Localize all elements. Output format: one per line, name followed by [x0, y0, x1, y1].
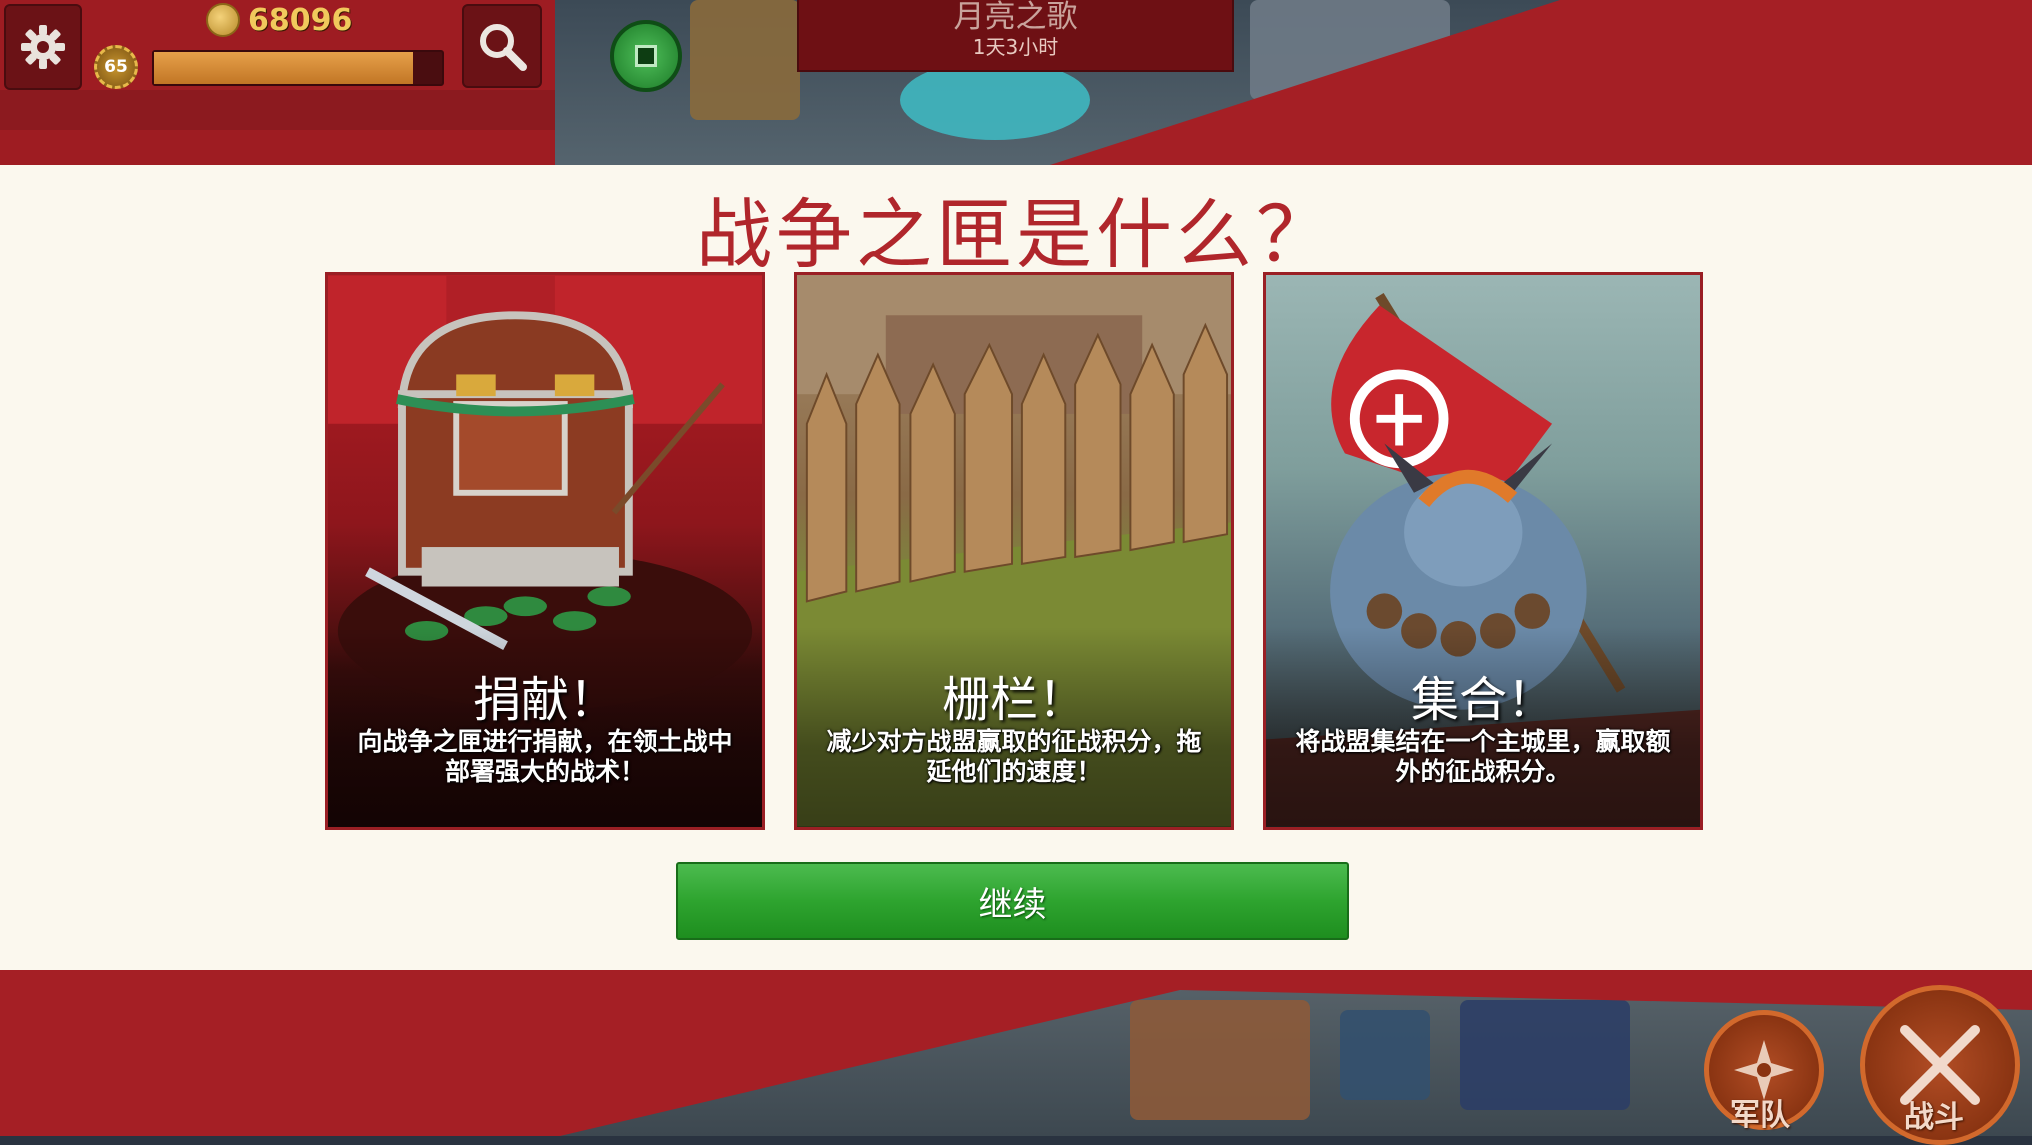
info-card-palisade: 栅栏！ 减少对方战盟赢取的征战积分，拖延他们的速度！: [794, 272, 1234, 830]
card-heading: 栅栏！: [941, 672, 1086, 728]
card-description: 减少对方战盟赢取的征战积分，拖延他们的速度！: [826, 727, 1202, 786]
experience-bar: [152, 50, 444, 86]
gear-icon: [21, 25, 65, 69]
coin-counter: 68096: [206, 2, 352, 38]
ancient-coin-button[interactable]: [610, 20, 682, 92]
settings-button[interactable]: [4, 4, 82, 90]
building: [1130, 1000, 1310, 1120]
search-icon: [480, 24, 527, 71]
card-description: 将战盟集结在一个主城里，赢取额外的征战积分。: [1295, 727, 1671, 786]
player-level-badge: 65: [94, 45, 138, 89]
hud-strip: [0, 90, 555, 130]
experience-bar-fill: [154, 52, 414, 84]
card-heading: 捐献！: [472, 672, 617, 728]
coin-icon: [206, 3, 240, 37]
fountain: [900, 60, 1090, 140]
army-label: 军队: [1730, 1098, 1790, 1133]
card-description: 向战争之匣进行捐献，在领土战中部署强大的战术！: [357, 727, 733, 786]
event-banner[interactable]: 月亮之歌 1天3小时: [797, 0, 1234, 72]
building: [1460, 1000, 1630, 1110]
info-card-rally: 集合！ 将战盟集结在一个主城里，赢取额外的征战积分。: [1263, 272, 1703, 830]
battle-label: 战斗: [1904, 1100, 1964, 1135]
search-button[interactable]: [462, 4, 542, 88]
coin-square-hole-icon: [635, 45, 657, 67]
event-title: 月亮之歌: [953, 0, 1078, 35]
continue-button[interactable]: 继续: [676, 862, 1349, 940]
tower: [1340, 1010, 1430, 1100]
coin-value: 68096: [248, 2, 353, 38]
war-chest-info-modal: 战争之匣是什么？ 捐献！ 向战争之匣进行捐献，在领土战中部署强大的战术！ 栅栏！…: [0, 165, 2032, 970]
event-time-left: 1天3小时: [972, 35, 1059, 59]
info-card-donate: 捐献！ 向战争之匣进行捐献，在领土战中部署强大的战术！: [325, 272, 765, 830]
modal-title: 战争之匣是什么？: [696, 190, 1336, 279]
building: [690, 0, 800, 120]
card-heading: 集合！: [1410, 672, 1555, 728]
